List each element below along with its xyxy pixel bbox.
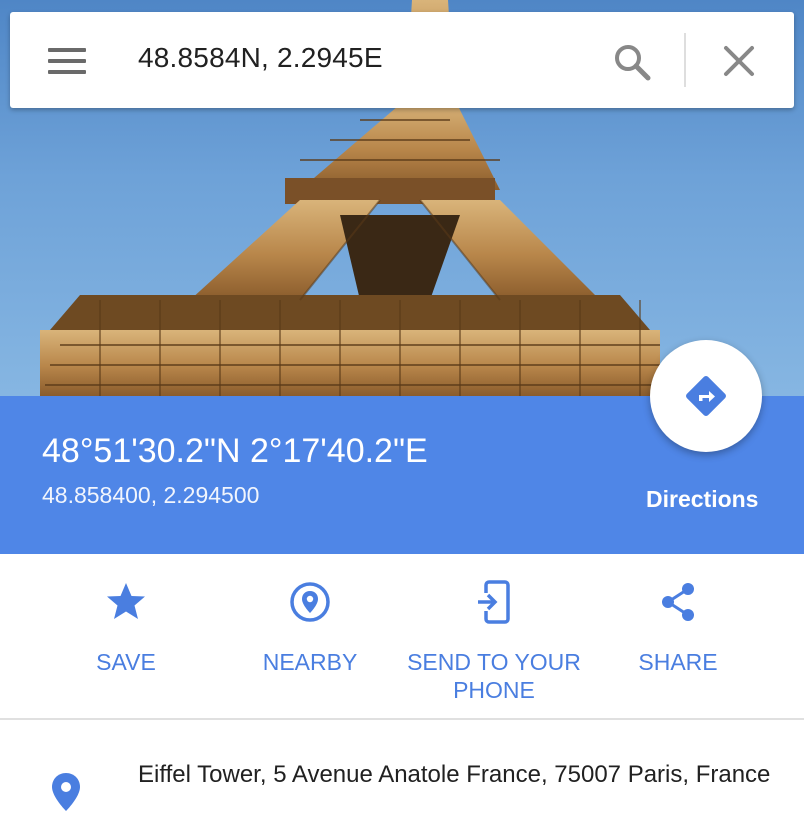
send-to-phone-icon: [478, 580, 510, 624]
save-label: SAVE: [96, 649, 156, 675]
search-input[interactable]: 48.8584N, 2.2945E: [138, 42, 383, 74]
save-button[interactable]: SAVE: [34, 554, 218, 676]
share-icon: [662, 583, 694, 621]
address-text: Eiffel Tower, 5 Avenue Anatole France, 7…: [138, 761, 771, 788]
location-pin-icon: [52, 773, 80, 811]
directions-label[interactable]: Directions: [646, 486, 758, 513]
share-button[interactable]: SHARE: [586, 554, 770, 676]
address-row[interactable]: Eiffel Tower, 5 Avenue Anatole France, 7…: [0, 720, 804, 832]
nearby-button[interactable]: NEARBY: [218, 554, 402, 676]
share-label: SHARE: [638, 649, 718, 675]
nearby-icon: [290, 582, 330, 622]
send-to-phone-label: SEND TO YOUR PHONE: [407, 649, 581, 703]
search-icon[interactable]: [612, 42, 652, 82]
send-to-phone-button[interactable]: SEND TO YOUR PHONE: [402, 554, 586, 704]
coordinates-decimal: 48.858400, 2.294500: [42, 482, 260, 508]
menu-icon[interactable]: [48, 48, 86, 74]
search-bar: 48.8584N, 2.2945E: [10, 12, 794, 108]
directions-icon: [686, 376, 726, 416]
search-bar-divider: [684, 33, 686, 87]
coordinates-dms: 48°51'30.2"N 2°17'40.2"E: [42, 432, 428, 470]
nearby-label: NEARBY: [262, 649, 358, 675]
star-icon: [107, 583, 145, 619]
directions-button[interactable]: [650, 340, 762, 452]
close-icon[interactable]: [722, 44, 756, 78]
action-row: SAVE NEARBY SEND TO YOUR PHONE SHARE: [0, 554, 804, 718]
